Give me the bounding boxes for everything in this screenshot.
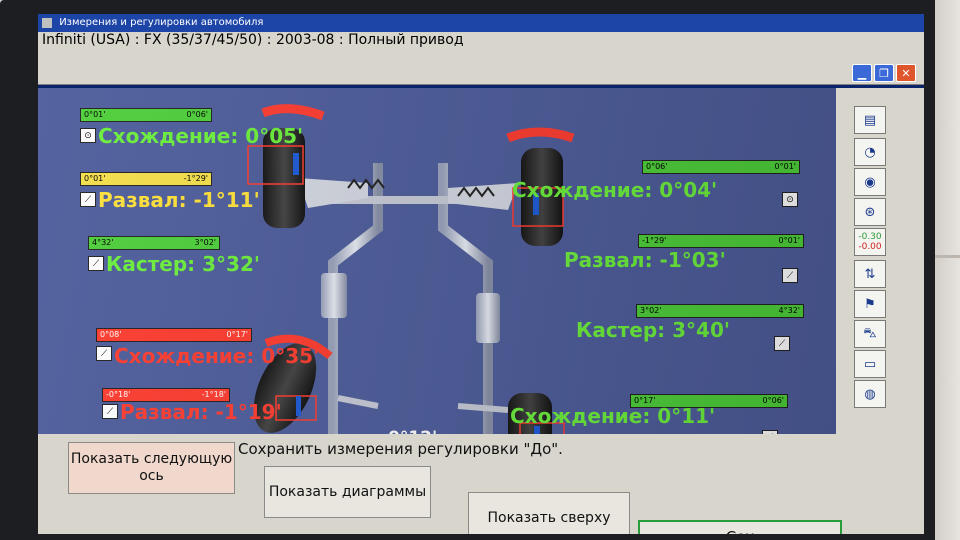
- steering-wheel-icon: ⊙: [782, 192, 798, 207]
- head-front-left: [261, 104, 325, 121]
- minimize-button[interactable]: ▁: [852, 64, 872, 82]
- app-icon: [42, 18, 52, 28]
- flag-icon[interactable]: ⚑: [854, 290, 886, 318]
- range-min: 0°06': [646, 162, 668, 171]
- window-caption-bar: Измерения и регулировки автомобиля: [38, 14, 924, 32]
- steering-icon[interactable]: ⊛: [854, 198, 886, 226]
- gauge-camber-fr: -1°29' 0°01': [638, 234, 804, 248]
- range-min: 3°02': [640, 306, 662, 315]
- show-diagrams-button[interactable]: Показать диаграммы: [264, 466, 431, 518]
- camber-value-rl: Развал: -1°19': [120, 400, 282, 424]
- gauge-toe-fr: 0°06' 0°01': [642, 160, 800, 174]
- camber-value-fl: Развал: -1°11': [98, 188, 260, 212]
- range-max: 0°01': [774, 162, 796, 171]
- rear-axle-right: [457, 403, 509, 413]
- gauge-camber-fl: 0°01' -1°29': [80, 172, 212, 186]
- wrench-icon: ⟋: [102, 404, 118, 419]
- range-max: -1°29': [183, 174, 208, 183]
- toe-value-rl: Схождение: 0°35': [114, 344, 320, 368]
- marker-rl: [296, 396, 301, 416]
- wrench-icon: ⟋: [88, 256, 104, 271]
- bottom-panel: Показать следующую ось Сохранить измерен…: [38, 434, 842, 534]
- muffler-right: [476, 293, 500, 343]
- app-header: Infiniti (USA) : FX (35/37/45/50) : 2003…: [38, 32, 924, 85]
- rear-axle-left: [337, 395, 379, 409]
- show-top-view-button[interactable]: Показать сверху: [468, 492, 630, 534]
- readout-bottom: -0.00: [858, 242, 882, 252]
- range-max: 4°32': [778, 306, 800, 315]
- toe-value-fr: Схождение: 0°04': [512, 178, 718, 202]
- wrench-icon: ⟋: [782, 268, 798, 283]
- next-axis-button[interactable]: Показать следующую ось: [68, 442, 235, 494]
- maximize-button[interactable]: ❐: [874, 64, 894, 82]
- printer-icon[interactable]: ▤: [854, 106, 886, 134]
- close-button[interactable]: ✕: [896, 64, 916, 82]
- gauge-toe-fl: 0°01' 0°06': [80, 108, 212, 122]
- toe-value-fl: Схождение: 0°05': [98, 124, 304, 148]
- range-min: 0°01': [84, 174, 106, 183]
- window-caption: Измерения и регулировки автомобиля: [59, 17, 264, 28]
- head-front-right: [506, 127, 575, 143]
- caster-value-fl: Кастер: 3°32': [106, 252, 261, 276]
- window-controls: ▁ ❐ ✕: [852, 64, 916, 82]
- readout-top: -0.30: [858, 232, 882, 242]
- range-min: 0°08': [100, 330, 122, 339]
- steering-wheel-icon: ⊙: [80, 128, 96, 143]
- muffler-left: [321, 273, 347, 318]
- wrench-icon: ⟋: [96, 346, 112, 361]
- range-max: 0°06': [186, 110, 208, 119]
- wrench-icon: ⟋: [80, 192, 96, 207]
- gauge-toe-rl: 0°08' 0°17': [96, 328, 252, 342]
- display-icon[interactable]: ▭: [854, 350, 886, 378]
- range-max: 0°17': [226, 330, 248, 339]
- range-max: 3°02': [194, 238, 216, 247]
- caster-value-fr: Кастер: 3°40': [576, 318, 731, 342]
- monitor-bezel: Измерения и регулировки автомобиля Infin…: [0, 0, 935, 540]
- car-icon[interactable]: ⛍: [854, 320, 886, 348]
- wrench-icon: ⟋: [774, 336, 790, 351]
- gauge-icon[interactable]: ◔: [854, 138, 886, 166]
- right-toolbar: ▤ ◔ ◉ ⊛ -0.30 -0.00 ⇅ ⚑ ⛍ ▭ ◍: [836, 88, 924, 534]
- marker-fl: [293, 153, 299, 175]
- camber-value-fr: Развал: -1°03': [564, 248, 726, 272]
- readout-icon[interactable]: -0.30 -0.00: [854, 228, 886, 256]
- range-min: 4°32': [92, 238, 114, 247]
- gauge-caster-fr: 3°02' 4°32': [636, 304, 804, 318]
- steer-arm-right: [448, 183, 518, 210]
- vehicle-title: Infiniti (USA) : FX (35/37/45/50) : 2003…: [42, 32, 464, 48]
- globe-icon[interactable]: ◍: [854, 380, 886, 408]
- lift-icon[interactable]: ⇅: [854, 260, 886, 288]
- save-button[interactable]: Сох: [638, 520, 842, 534]
- range-max: 0°01': [778, 236, 800, 245]
- gauge-caster-fl: 4°32' 3°02': [88, 236, 220, 250]
- range-min: -1°29': [642, 236, 667, 245]
- alignment-view: 0°01' 0°06' ⊙ Схождение: 0°05' 0°01' -1°…: [38, 88, 836, 448]
- tire-icon[interactable]: ◉: [854, 168, 886, 196]
- range-min: 0°01': [84, 110, 106, 119]
- range-max: 0°06': [762, 396, 784, 405]
- screen: Измерения и регулировки автомобиля Infin…: [38, 14, 924, 534]
- save-instruction: Сохранить измерения регулировки "До".: [238, 440, 563, 458]
- toe-value-rr: Схождение: 0°11': [510, 404, 716, 428]
